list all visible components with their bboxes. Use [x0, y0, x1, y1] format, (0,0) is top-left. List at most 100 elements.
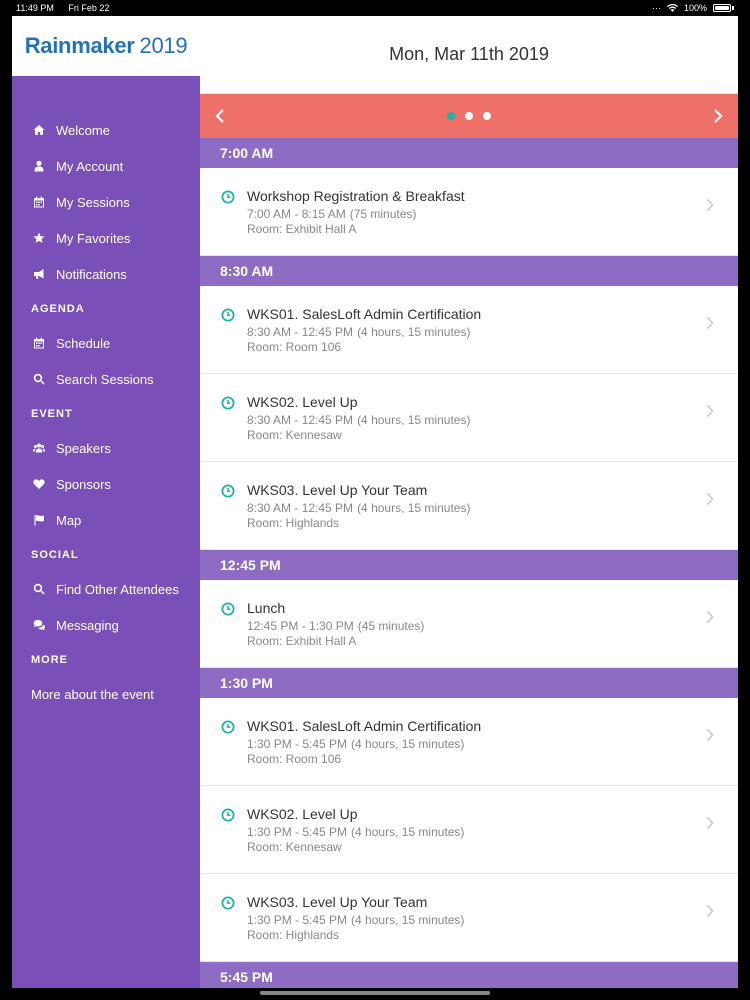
megaphone-icon [32, 267, 46, 281]
sidebar-item-map[interactable]: Map [12, 502, 200, 538]
session-row[interactable]: Lunch 12:45 PM - 1:30 PM (45 minutes) Roo… [200, 580, 738, 668]
session-room: Room: Exhibit Hall A [247, 222, 357, 236]
sidebar-section-social: SOCIAL [31, 548, 79, 561]
clock-icon [221, 896, 235, 910]
sidebar-item-speakers[interactable]: Speakers [12, 430, 200, 466]
battery-cap [732, 6, 734, 10]
next-day-button[interactable] [698, 94, 738, 138]
session-room: Room: Exhibit Hall A [247, 634, 357, 648]
calendar-icon [32, 336, 46, 350]
chevron-right-icon [714, 109, 723, 123]
day-pager [200, 94, 738, 138]
session-row[interactable]: WKS03. Level Up Your Team 1:30 PM - 5:45… [200, 874, 738, 962]
sidebar-item-label: Welcome [56, 122, 110, 138]
session-row[interactable]: WKS02. Level Up 1:30 PM - 5:45 PM (4 hour… [200, 786, 738, 874]
sidebar-item-label: My Account [56, 158, 124, 174]
sidebar-item-my-sessions[interactable]: My Sessions [12, 184, 200, 220]
chevron-right-icon [706, 404, 714, 418]
session-room: Room: Kennesaw [247, 840, 342, 854]
session-room: Room: Highlands [247, 516, 340, 530]
sidebar-item-my-favorites[interactable]: My Favorites [12, 220, 200, 256]
chevron-right-icon [706, 492, 714, 506]
clock-icon [221, 396, 235, 410]
sidebar-item-label: Notifications [56, 266, 127, 282]
sidebar-item-welcome[interactable]: Welcome [12, 112, 200, 148]
session-room: Room: Highlands [247, 928, 340, 942]
clock-icon [221, 808, 235, 822]
brand-year: 2019 [139, 33, 188, 58]
app-screen: Rainmaker 2019 Welcome My Account My Sess… [12, 16, 738, 988]
sidebar-item-schedule[interactable]: Schedule [12, 325, 200, 361]
page-dot[interactable] [483, 112, 491, 120]
session-title: WKS01. SalesLoft Admin Certification [247, 718, 482, 734]
flag-icon [32, 513, 46, 527]
status-time: 11:49 PM [16, 3, 54, 13]
sidebar-item-sponsors[interactable]: Sponsors [12, 466, 200, 502]
chat-icon [32, 618, 46, 632]
session-row[interactable]: WKS02. Level Up 8:30 AM - 12:45 PM (4 hou… [200, 374, 738, 462]
sidebar-item-messaging[interactable]: Messaging [12, 607, 200, 643]
signal-dots-icon: ··· [651, 3, 661, 13]
session-duration: (45 minutes) [357, 619, 425, 633]
battery-percent: 100% [683, 3, 707, 13]
users-icon [32, 441, 46, 455]
session-time-range: 8:30 AM - 12:45 PM [247, 501, 354, 515]
brand-logo: Rainmaker 2019 [12, 16, 200, 76]
time-slot-header: 5:45 PM [200, 962, 738, 988]
session-row[interactable]: WKS01. SalesLoft Admin Certification 1:3… [200, 698, 738, 786]
session-room: Room: Kennesaw [247, 428, 342, 442]
page-indicator [200, 94, 738, 138]
time-slot-header: 1:30 PM [200, 668, 738, 698]
session-time-range: 1:30 PM - 5:45 PM [247, 737, 348, 751]
session-room: Room: Room 106 [247, 340, 342, 354]
time-slot-header: 12:45 PM [200, 550, 738, 580]
chevron-right-icon [706, 816, 714, 830]
sidebar-item-label: Search Sessions [56, 371, 154, 387]
session-duration: (75 minutes) [349, 207, 417, 221]
sidebar-item-find-attendees[interactable]: Find Other Attendees [12, 571, 200, 607]
session-time: 1:30 PM - 5:45 PM (4 hours, 15 minutes) [247, 737, 464, 751]
search-icon [32, 582, 46, 596]
sidebar-item-my-account[interactable]: My Account [12, 148, 200, 184]
sidebar-item-more-about-event[interactable]: More about the event [12, 676, 200, 712]
clock-icon [221, 190, 235, 204]
session-row[interactable]: WKS01. SalesLoft Admin Certification 8:3… [200, 286, 738, 374]
session-title: WKS02. Level Up [247, 806, 358, 822]
sidebar-item-label: Messaging [56, 617, 119, 633]
session-time: 8:30 AM - 12:45 PM (4 hours, 15 minutes) [247, 325, 470, 339]
sidebar-item-notifications[interactable]: Notifications [12, 256, 200, 292]
session-duration: (4 hours, 15 minutes) [351, 737, 465, 751]
sidebar-nav: Welcome My Account My Sessions My Favori… [12, 112, 200, 712]
calendar-icon [32, 195, 46, 209]
session-duration: (4 hours, 15 minutes) [357, 413, 471, 427]
session-time-range: 7:00 AM - 8:15 AM [247, 207, 346, 221]
session-room: Room: Room 106 [247, 752, 342, 766]
session-time-range: 8:30 AM - 12:45 PM [247, 413, 354, 427]
wifi-icon [666, 4, 678, 12]
schedule-panel: Mon, Mar 11th 2019 7:00 AM Workshop Regi… [200, 16, 738, 988]
session-duration: (4 hours, 15 minutes) [357, 501, 471, 515]
chevron-right-icon [706, 198, 714, 212]
session-title: WKS03. Level Up Your Team [247, 894, 428, 910]
session-time: 12:45 PM - 1:30 PM (45 minutes) [247, 619, 424, 633]
clock-icon [221, 602, 235, 616]
session-title: WKS03. Level Up Your Team [247, 482, 428, 498]
sidebar-item-search-sessions[interactable]: Search Sessions [12, 361, 200, 397]
page-dot[interactable] [465, 112, 473, 120]
page-dot-active[interactable] [447, 112, 455, 120]
sidebar-section-more: MORE [31, 653, 68, 666]
session-row[interactable]: WKS03. Level Up Your Team 8:30 AM - 12:4… [200, 462, 738, 550]
session-time-range: 1:30 PM - 5:45 PM [247, 825, 348, 839]
session-title: Workshop Registration & Breakfast [247, 188, 465, 204]
session-row[interactable]: Workshop Registration & Breakfast 7:00 A… [200, 168, 738, 256]
status-date: Fri Feb 22 [68, 3, 110, 13]
session-time: 8:30 AM - 12:45 PM (4 hours, 15 minutes) [247, 413, 470, 427]
battery-icon [713, 4, 731, 12]
sidebar-item-label: More about the event [31, 686, 154, 702]
schedule-list: 7:00 AM Workshop Registration & Breakfas… [200, 138, 738, 988]
chevron-right-icon [706, 610, 714, 624]
user-icon [32, 159, 46, 173]
session-duration: (4 hours, 15 minutes) [357, 325, 471, 339]
clock-icon [221, 484, 235, 498]
home-indicator[interactable] [260, 991, 490, 995]
